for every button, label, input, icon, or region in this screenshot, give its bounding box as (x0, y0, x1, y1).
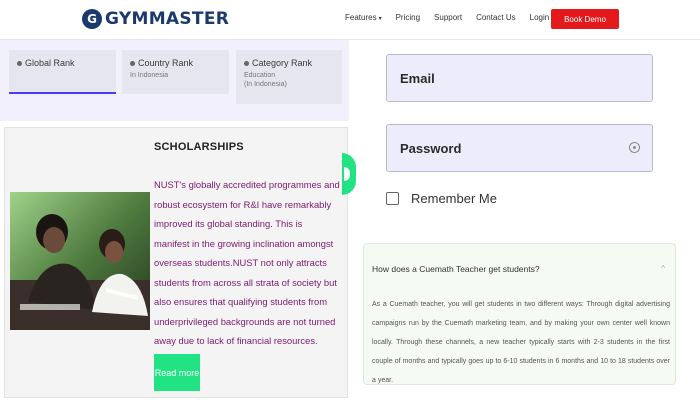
scholarship-title: SCHOLARSHIPS (154, 141, 244, 153)
password-field[interactable]: Password (386, 124, 653, 172)
scholarship-card: SCHOLARSHIPS NUST's globally accredited … (4, 127, 348, 398)
tab-country-rank-sub: In Indonesia (130, 72, 169, 79)
faq-card: How does a Cuemath Teacher get students?… (363, 243, 676, 385)
nav-login[interactable]: Login (530, 13, 550, 22)
chevron-up-icon[interactable]: ^ (661, 264, 665, 273)
tab-category-rank-label: Category Rank (252, 58, 313, 68)
tab-global-rank-label: Global Rank (25, 58, 75, 68)
tab-country-rank-label: Country Rank (138, 58, 194, 68)
category-icon (244, 61, 249, 67)
flag-icon (130, 61, 135, 67)
globe-icon (17, 61, 22, 67)
nav-support[interactable]: Support (434, 13, 462, 22)
email-field-label: Email (400, 70, 435, 86)
main-nav: Features ▾ Pricing Support Contact Us Log… (345, 13, 549, 22)
remember-me-label: Remember Me (411, 191, 497, 206)
logo-text: GYMMASTER (105, 9, 230, 29)
students-photo (10, 192, 150, 330)
site-header: G GYMMASTER Features ▾ Pricing Support Co… (0, 0, 700, 40)
scholarship-body: NUST's globally accredited programmes an… (154, 179, 340, 346)
tab-category-rank-sub2: (In Indonesia) (244, 81, 287, 89)
chevron-down-icon: ▾ (378, 16, 382, 22)
nav-features-label: Features (345, 13, 377, 22)
tab-category-rank[interactable]: Category Rank Education (In Indonesia) (236, 50, 342, 104)
gymmaster-logo[interactable]: G GYMMASTER (82, 9, 229, 29)
read-more-button[interactable]: Read more (154, 354, 200, 391)
remember-me[interactable]: Remember Me (386, 191, 497, 206)
students-photo-image (10, 192, 150, 330)
rank-panel: Global Rank Country Rank In Indonesia Ca… (0, 40, 349, 121)
tab-global-rank[interactable]: Global Rank (9, 50, 116, 94)
page: G GYMMASTER Features ▾ Pricing Support Co… (0, 0, 700, 400)
password-field-label: Password (400, 140, 462, 156)
tab-category-rank-sub: Education (244, 72, 276, 79)
remember-me-checkbox[interactable] (386, 192, 399, 205)
logo-mark-icon: G (82, 9, 102, 29)
show-password-icon[interactable] (629, 142, 640, 153)
email-field[interactable]: Email (386, 54, 653, 102)
faq-question[interactable]: How does a Cuemath Teacher get students? (372, 264, 540, 274)
nav-features[interactable]: Features ▾ (345, 13, 382, 22)
faq-answer: As a Cuemath teacher, you will get stude… (372, 301, 670, 384)
book-demo-button[interactable]: Book Demo (551, 9, 619, 29)
nav-pricing[interactable]: Pricing (396, 13, 420, 22)
nav-contact-us[interactable]: Contact Us (476, 13, 516, 22)
tab-country-rank[interactable]: Country Rank In Indonesia (122, 50, 229, 94)
